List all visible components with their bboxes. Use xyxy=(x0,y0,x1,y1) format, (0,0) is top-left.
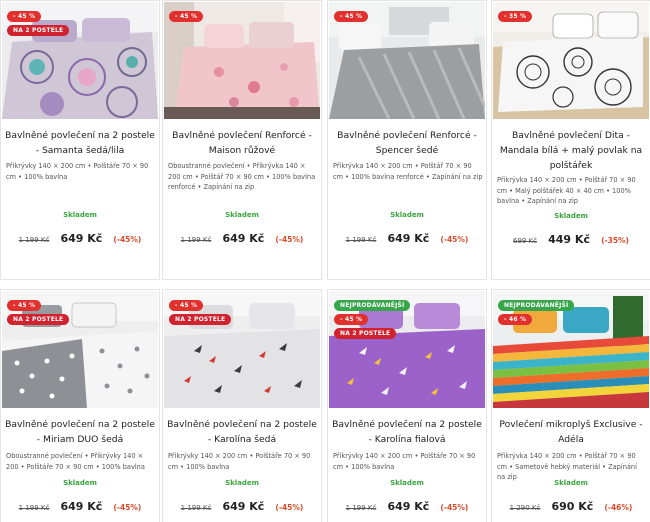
current-price: 649 Kč xyxy=(222,500,265,513)
product-description: Přikrývky 140 × 200 cm • Polštáře 70 × 9… xyxy=(168,452,311,471)
stock-status: Skladem xyxy=(225,211,259,219)
product-description: Přikrývky 140 × 200 cm • Polštáře 70 × 9… xyxy=(6,162,149,181)
badge-list: - 45 % NA 2 POSTELE xyxy=(169,300,232,325)
badge-list: NEJPRODÁVANĚJŠÍ - 45 % NA 2 POSTELE xyxy=(334,300,411,339)
discount-percent: (-45%) xyxy=(440,503,469,512)
product-card[interactable]: - 45 % NA 2 POSTELE Bavlněné povlečení n… xyxy=(162,289,322,522)
two-beds-badge: NA 2 POSTELE xyxy=(334,328,397,339)
price-row: 1 199 Kč 649 Kč (-45%) xyxy=(328,495,486,514)
badge-list: - 45 % xyxy=(169,11,204,22)
discount-badge: - 45 % xyxy=(334,314,369,325)
product-card[interactable]: - 45 % Bavlněné povlečení Renforcé - Spe… xyxy=(327,0,487,280)
product-title[interactable]: Bavlněné povlečení na 2 postele - Miriam… xyxy=(5,417,155,447)
product-title[interactable]: Povlečení mikroplyš Exclusive - Adéla xyxy=(496,417,646,447)
discount-percent: (-45%) xyxy=(275,503,304,512)
product-card[interactable]: NEJPRODÁVANĚJŠÍ - 46 % Povlečení mikropl… xyxy=(491,289,650,522)
discount-badge: - 45 % xyxy=(169,300,204,311)
current-price: 649 Kč xyxy=(222,232,265,245)
stock-status: Skladem xyxy=(554,212,588,220)
current-price: 649 Kč xyxy=(60,500,103,513)
discount-badge: - 45 % xyxy=(334,11,369,22)
old-price: 1 199 Kč xyxy=(18,236,50,244)
product-grid: - 45 % NA 2 POSTELE Bavlněné povlečení n… xyxy=(0,0,650,522)
product-card[interactable]: - 45 % Bavlněné povlečení Renforcé - Mai… xyxy=(162,0,322,280)
product-description: Přikrývka 140 × 200 cm • Polštář 70 × 90… xyxy=(497,452,637,481)
price-row: 1 290 Kč 690 Kč (-46%) xyxy=(492,495,650,514)
current-price: 649 Kč xyxy=(387,500,430,513)
price-row: 1 199 Kč 649 Kč (-45%) xyxy=(1,495,159,514)
stock-status: Skladem xyxy=(390,211,424,219)
discount-percent: (-45%) xyxy=(440,235,469,244)
bestseller-badge: NEJPRODÁVANĚJŠÍ xyxy=(334,300,411,311)
discount-percent: (-45%) xyxy=(113,235,142,244)
product-title[interactable]: Bavlněné povlečení Dita - Mandala bílá +… xyxy=(496,128,646,173)
old-price: 1 199 Kč xyxy=(18,504,50,512)
discount-badge: - 45 % xyxy=(7,300,42,311)
product-description: Oboustranné povlečení • Přikrývka 140 × … xyxy=(168,162,316,191)
product-card[interactable]: NEJPRODÁVANĚJŠÍ - 45 % NA 2 POSTELE Bavl… xyxy=(327,289,487,522)
bestseller-badge: NEJPRODÁVANĚJŠÍ xyxy=(498,300,575,311)
product-card[interactable]: - 45 % NA 2 POSTELE Bavlněné povlečení n… xyxy=(0,289,160,522)
badge-list: - 45 % xyxy=(334,11,369,22)
old-price: 1 290 Kč xyxy=(509,504,541,512)
discount-percent: (-35%) xyxy=(601,236,629,245)
stock-status: Skladem xyxy=(225,479,259,487)
old-price: 1 199 Kč xyxy=(345,504,377,512)
discount-badge: - 45 % xyxy=(169,11,204,22)
discount-percent: (-46%) xyxy=(604,503,633,512)
product-card[interactable]: - 35 % Bavlněné povlečení Dita - Mandala… xyxy=(491,0,650,280)
discount-badge: - 46 % xyxy=(498,314,533,325)
two-beds-badge: NA 2 POSTELE xyxy=(7,314,70,325)
product-title[interactable]: Bavlněné povlečení Renforcé - Maison růž… xyxy=(167,128,317,158)
stock-status: Skladem xyxy=(554,479,588,487)
product-description: Oboustranné povlečení • Přikrývky 140 × … xyxy=(6,452,145,471)
old-price: 699 Kč xyxy=(513,237,538,245)
price-row: 1 199 Kč 649 Kč (-45%) xyxy=(1,227,159,246)
product-title[interactable]: Bavlněné povlečení Renforcé - Spencer še… xyxy=(332,128,482,158)
two-beds-badge: NA 2 POSTELE xyxy=(7,25,70,36)
old-price: 1 199 Kč xyxy=(345,236,377,244)
product-card[interactable]: - 45 % NA 2 POSTELE Bavlněné povlečení n… xyxy=(0,0,160,280)
old-price: 1 199 Kč xyxy=(180,504,212,512)
stock-status: Skladem xyxy=(63,479,97,487)
price-row: 1 199 Kč 649 Kč (-45%) xyxy=(163,495,321,514)
product-description: Přikrývka 140 × 200 cm • Polštář 70 × 90… xyxy=(497,176,636,205)
current-price: 649 Kč xyxy=(60,232,103,245)
product-description: Přikrývky 140 × 200 cm • Polštáře 70 × 9… xyxy=(333,452,476,471)
current-price: 690 Kč xyxy=(551,500,594,513)
badge-list: - 45 % NA 2 POSTELE xyxy=(7,300,70,325)
current-price: 449 Kč xyxy=(548,233,590,246)
badge-list: NEJPRODÁVANĚJŠÍ - 46 % xyxy=(498,300,575,325)
discount-percent: (-45%) xyxy=(113,503,142,512)
old-price: 1 199 Kč xyxy=(180,236,212,244)
product-description: Přikrývka 140 × 200 cm • Polštář 70 × 90… xyxy=(333,162,483,181)
discount-percent: (-45%) xyxy=(275,235,304,244)
price-row: 1 199 Kč 649 Kč (-45%) xyxy=(328,227,486,246)
product-title[interactable]: Bavlněné povlečení na 2 postele - Karolí… xyxy=(167,417,317,447)
discount-badge: - 35 % xyxy=(498,11,533,22)
price-row: 699 Kč 449 Kč (-35%) xyxy=(492,228,650,247)
two-beds-badge: NA 2 POSTELE xyxy=(169,314,232,325)
badge-list: - 45 % NA 2 POSTELE xyxy=(7,11,70,36)
current-price: 649 Kč xyxy=(387,232,430,245)
discount-badge: - 45 % xyxy=(7,11,42,22)
product-title[interactable]: Bavlněné povlečení na 2 postele - Samant… xyxy=(5,128,155,158)
price-row: 1 199 Kč 649 Kč (-45%) xyxy=(163,227,321,246)
stock-status: Skladem xyxy=(390,479,424,487)
stock-status: Skladem xyxy=(63,211,97,219)
badge-list: - 35 % xyxy=(498,11,533,22)
product-title[interactable]: Bavlněné povlečení na 2 postele - Karolí… xyxy=(332,417,482,447)
